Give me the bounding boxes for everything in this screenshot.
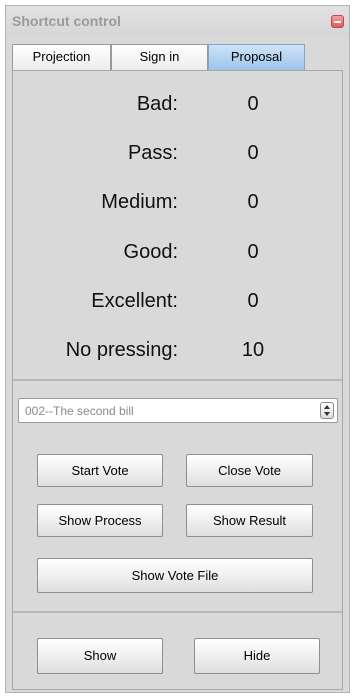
- window-title: Shortcut control: [12, 13, 121, 29]
- vote-stats: Bad: 0 Pass: 0 Medium: 0 Good: 0 Excelle…: [13, 71, 342, 381]
- show-process-button[interactable]: Show Process: [37, 504, 163, 537]
- stat-label: Excellent:: [91, 290, 178, 312]
- tab-sign-in[interactable]: Sign in: [111, 44, 208, 70]
- updown-arrows-icon[interactable]: [320, 402, 334, 419]
- stat-value: 0: [247, 93, 259, 115]
- stat-row-medium: Medium: 0: [13, 191, 342, 221]
- stat-label: Pass:: [127, 142, 178, 164]
- stat-label: Medium:: [101, 191, 178, 213]
- stat-value: 0: [247, 290, 259, 312]
- stat-label: No pressing:: [65, 339, 178, 361]
- stat-row-bad: Bad: 0: [13, 93, 342, 123]
- shortcut-control-window: Shortcut control Projection Sign in Prop…: [5, 5, 350, 693]
- stat-value: 10: [241, 339, 265, 361]
- tab-projection[interactable]: Projection: [12, 44, 111, 70]
- show-vote-file-button[interactable]: Show Vote File: [37, 558, 313, 593]
- proposal-panel: Bad: 0 Pass: 0 Medium: 0 Good: 0 Excelle…: [12, 70, 343, 690]
- stat-value: 0: [247, 142, 259, 164]
- stat-value: 0: [247, 241, 259, 263]
- bill-select-value: 002--The second bill: [25, 404, 134, 418]
- start-vote-button[interactable]: Start Vote: [37, 454, 163, 487]
- show-result-button[interactable]: Show Result: [186, 504, 313, 537]
- stat-row-good: Good: 0: [13, 241, 342, 271]
- title-bar[interactable]: Shortcut control: [6, 6, 349, 36]
- stat-label: Bad:: [136, 93, 178, 115]
- stat-value: 0: [247, 191, 259, 213]
- stat-row-pass: Pass: 0: [13, 142, 342, 172]
- divider: [13, 611, 342, 613]
- show-button[interactable]: Show: [37, 638, 163, 674]
- bill-select[interactable]: 002--The second bill: [18, 398, 338, 423]
- stat-label: Good:: [123, 241, 178, 263]
- tab-proposal[interactable]: Proposal: [208, 44, 305, 70]
- stat-row-no-pressing: No pressing: 10: [13, 339, 342, 369]
- close-vote-button[interactable]: Close Vote: [186, 454, 313, 487]
- hide-button[interactable]: Hide: [194, 638, 320, 674]
- close-icon[interactable]: [331, 15, 344, 28]
- stat-row-excellent: Excellent: 0: [13, 290, 342, 320]
